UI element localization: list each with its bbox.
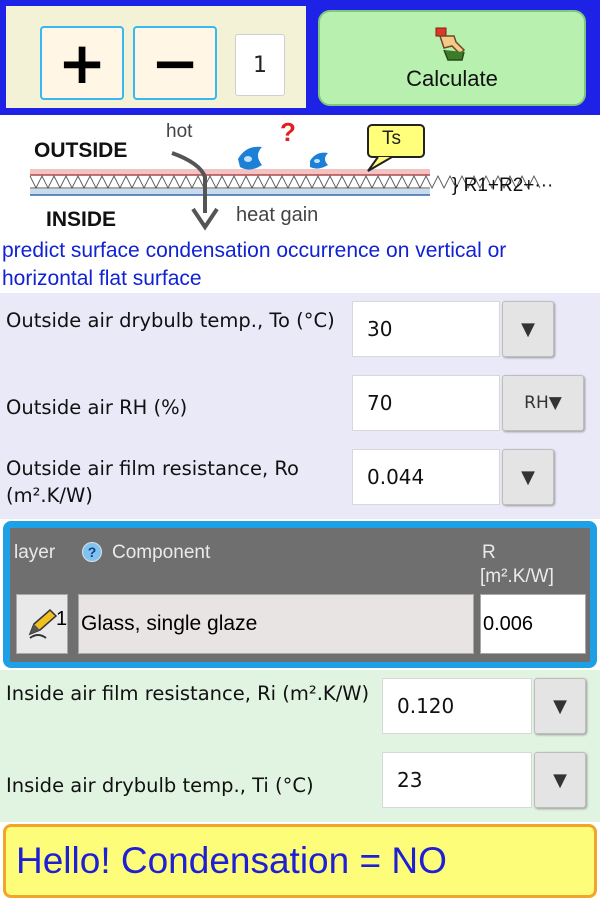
resistance-sum-label: } R1+R2+··· [452,175,554,196]
question-mark: ? [280,117,296,147]
header-r-unit: [m².K/W] [480,566,554,587]
inside-film-label: Inside air film resistance, Ri (m².K/W) [6,682,370,705]
layer-table-inner: layer ? Component R [m².K/W] 1 Glass, si… [10,528,590,662]
dropdown-arrow-icon: ▼ [521,466,535,488]
ts-label: Ts [382,128,401,149]
inside-film-input[interactable]: 0.120 [382,678,532,734]
layer-row-number: 1 [56,608,68,630]
condensation-diagram: OUTSIDE INSIDE hot heat gain ? Ts } R1+R… [0,115,600,293]
dropdown-arrow-icon: ▼ [521,318,535,340]
pencil-edit-icon [28,608,58,639]
outside-drybulb-label: Outside air drybulb temp., To (°C) [6,309,335,332]
outside-film-label: Outside air film resistance, Ro (m².K/W) [6,457,299,507]
outside-label: OUTSIDE [34,139,128,162]
minus-icon: − [150,29,200,97]
outside-conditions-panel: Outside air drybulb temp., To (°C) 30 ▼ … [0,293,600,519]
layer-r-value-cell[interactable]: 0.006 [480,594,586,654]
outside-rh-dropdown[interactable]: RH▼ [502,375,584,431]
outside-drybulb-input[interactable]: 30 [352,301,500,357]
calculate-button[interactable]: Calculate [318,10,586,106]
layer-table: layer ? Component R [m².K/W] 1 Glass, si… [3,521,597,668]
outside-drybulb-dropdown[interactable]: ▼ [502,301,554,357]
top-toolbar: + − 1 Calculate [0,0,600,115]
calculate-label: Calculate [406,66,498,91]
result-banner: Hello! Condensation = NO [3,824,597,898]
layer-count-field[interactable]: 1 [235,34,285,96]
inside-conditions-panel: Inside air film resistance, Ri (m².K/W) … [0,670,600,822]
outside-film-input[interactable]: 0.044 [352,449,500,505]
outside-rh-input[interactable]: 70 [352,375,500,431]
layer-component-cell[interactable]: Glass, single glaze [78,594,474,654]
water-droplet-icon [310,152,328,169]
outside-rh-label: Outside air RH (%) [6,396,188,419]
inside-drybulb-input[interactable]: 23 [382,752,532,808]
layer-count-controls: + − 1 [6,6,306,108]
dropdown-arrow-icon: ▼ [553,695,567,717]
header-component: Component [112,542,211,563]
plus-icon: + [57,29,107,97]
outside-film-dropdown[interactable]: ▼ [502,449,554,505]
hot-label: hot [166,121,193,142]
add-layer-button[interactable]: + [40,26,124,100]
dropdown-arrow-icon: ▼ [553,769,567,791]
header-layer: layer [14,542,56,563]
water-droplet-icon [238,146,262,170]
remove-layer-button[interactable]: − [133,26,217,100]
inside-drybulb-dropdown[interactable]: ▼ [534,752,586,808]
heat-gain-label: heat gain [236,204,319,226]
inside-film-dropdown[interactable]: ▼ [534,678,586,734]
hand-pointer-icon [435,27,466,61]
help-icon[interactable]: ? [82,542,102,562]
header-r: R [482,542,496,563]
app-description: predict surface condensation occurrence … [2,239,507,290]
inside-drybulb-label: Inside air drybulb temp., Ti (°C) [6,774,314,797]
inside-label: INSIDE [46,208,117,231]
